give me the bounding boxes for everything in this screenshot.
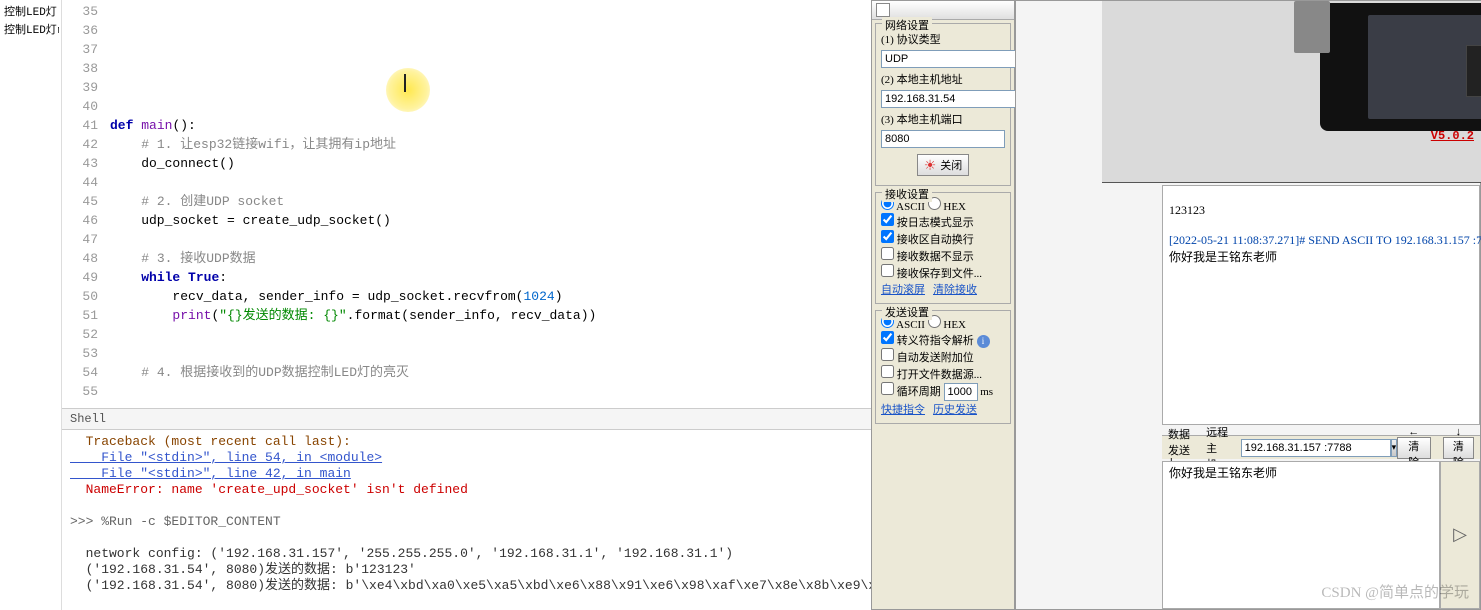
port-input[interactable] (881, 130, 1005, 148)
shell-output[interactable]: Traceback (most recent call last): File … (62, 430, 871, 610)
protocol-combo[interactable]: ▾ (881, 50, 1005, 68)
play-icon[interactable]: ▷ (1441, 462, 1479, 608)
tree-item[interactable]: 控制LED灯. (2, 2, 59, 20)
help-icon[interactable]: i (977, 335, 990, 348)
escape-checkbox[interactable] (881, 331, 894, 344)
hide-recv-checkbox[interactable] (881, 247, 894, 260)
version-label: V5.0.2 (1431, 129, 1474, 143)
recv-settings-group: 接收设置 ASCII HEX 按日志模式显示 接收区自动换行 接收数据不显示 接… (875, 192, 1011, 304)
remote-host-combo[interactable]: ▾ (1241, 439, 1391, 457)
auto-append-checkbox[interactable] (881, 348, 894, 361)
open-file-checkbox[interactable] (881, 365, 894, 378)
camera-preview (1102, 1, 1481, 183)
project-tree[interactable]: 控制LED灯. 控制LED灯r (0, 0, 62, 610)
protocol-input[interactable] (881, 50, 1031, 68)
cycle-ms-input[interactable] (944, 383, 978, 401)
send-bar: 数据发送 | 远程主机: ▾ ← 清除 ↓ 清除 (1162, 435, 1480, 459)
autoscroll-link[interactable]: 自动滚屏 (881, 281, 925, 297)
network-settings-group: 网络设置 (1) 协议类型 ▾ (2) 本地主机地址 ▾ (3) 本地主机端口 … (875, 23, 1011, 186)
text-caret (404, 74, 406, 92)
proto-label: (1) 协议类型 (881, 31, 1005, 47)
recv-log[interactable]: 123123 [2022-05-21 11:08:37.271]# SEND A… (1162, 185, 1480, 425)
clear-down-button[interactable]: ↓ 清除 (1443, 437, 1474, 459)
host-combo[interactable]: ▾ (881, 90, 1005, 108)
shortcut-link[interactable]: 快捷指令 (881, 401, 925, 417)
save-file-checkbox[interactable] (881, 264, 894, 277)
shell-tab[interactable]: Shell (62, 408, 871, 430)
history-link[interactable]: 历史发送 (933, 401, 977, 417)
close-button[interactable]: ☀关闭 (917, 154, 970, 176)
send-textarea[interactable]: 你好我是王铭东老师 (1162, 461, 1440, 609)
esp32-board (1320, 3, 1481, 131)
host-label: (2) 本地主机地址 (881, 71, 1005, 87)
port-label: (3) 本地主机端口 (881, 111, 1005, 127)
clear-recv-link[interactable]: 清除接收 (933, 281, 977, 297)
cycle-checkbox[interactable] (881, 382, 894, 395)
send-button-area[interactable]: ▷ (1440, 461, 1480, 609)
host-input[interactable] (881, 90, 1031, 108)
auto-wrap-checkbox[interactable] (881, 230, 894, 243)
send-settings-group: 发送设置 ASCII HEX 转义符指令解析 i 自动发送附加位 打开文件数据源… (875, 310, 1011, 424)
remote-host-input[interactable] (1241, 439, 1391, 457)
clear-left-button[interactable]: ← 清除 (1397, 437, 1431, 459)
sun-icon: ☀ (924, 157, 937, 174)
code-editor[interactable]: 3536373839404142434445464748495051525354… (62, 0, 871, 408)
log-mode-checkbox[interactable] (881, 213, 894, 226)
tree-item[interactable]: 控制LED灯r (2, 20, 59, 38)
